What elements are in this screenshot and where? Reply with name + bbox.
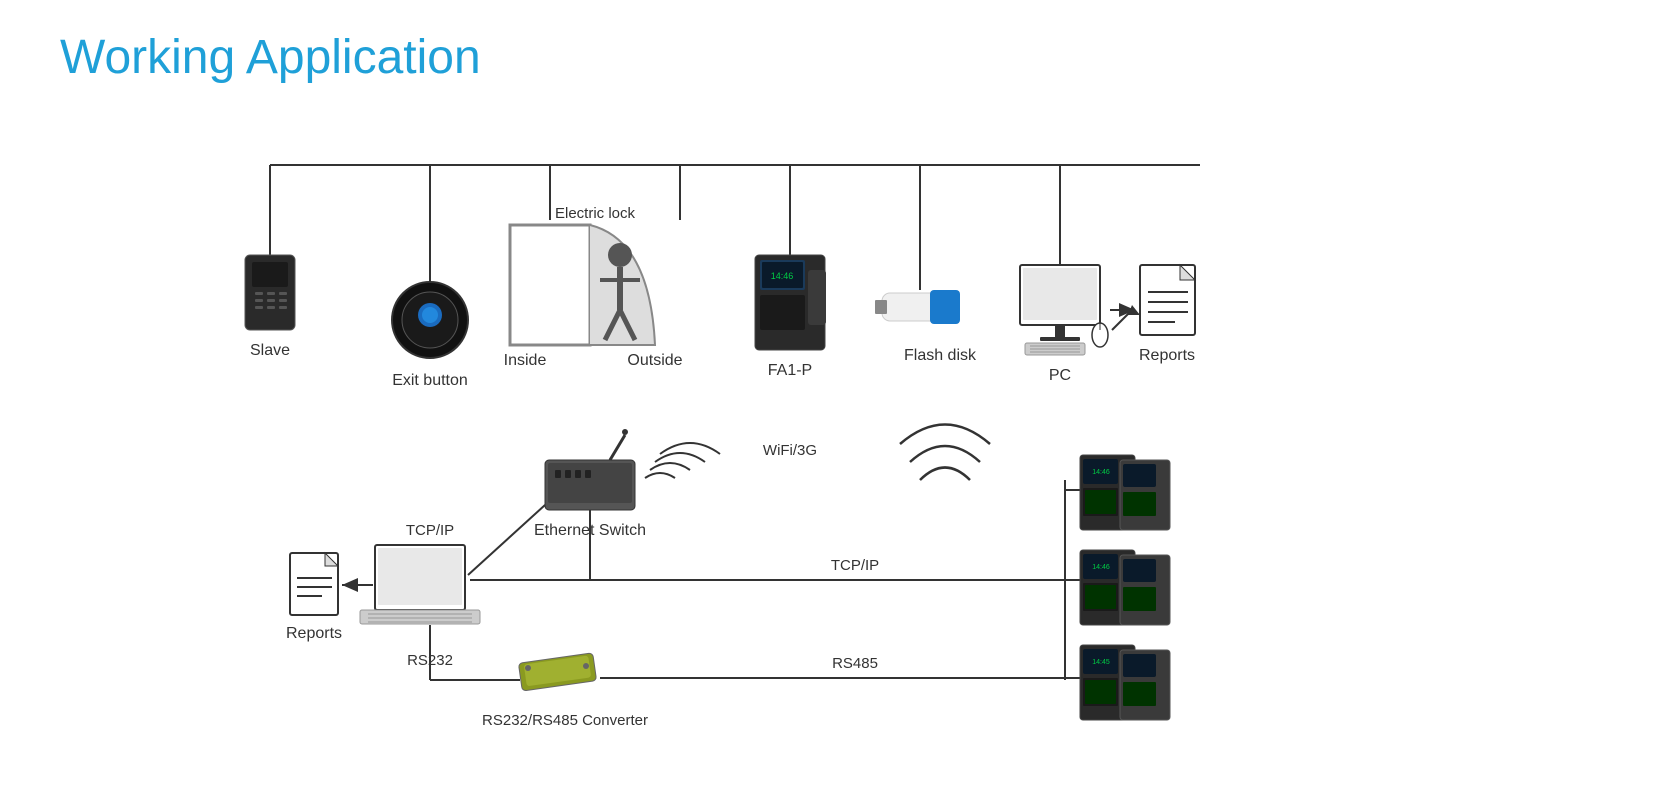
rs485-label: RS485 [832,655,878,672]
pc-icon: PC [1020,265,1140,384]
svg-text:14:46: 14:46 [771,271,794,281]
fa1p-device: 14:46 FA1-P [755,255,826,379]
pc-label: PC [1049,367,1071,384]
laptop-icon [360,545,480,624]
rs232-rs485-label: RS232/RS485 Converter [482,712,648,729]
slave-label: Slave [250,342,290,359]
right-device-top: 14:46 [1080,455,1170,530]
reports-bottom-icon: Reports [286,553,342,642]
tcp-ip-right-label: TCP/IP [831,557,879,574]
reports-top-icon: Reports [1139,265,1195,364]
reports-top-label: Reports [1139,347,1195,364]
right-device-middle: 14:46 [1080,550,1170,625]
wifi-3g-label: WiFi/3G [763,442,817,459]
reports-bottom-label: Reports [286,625,342,642]
tcp-ip-left-label: TCP/IP [406,522,454,539]
outside-label: Outside [627,352,682,369]
fa1p-label: FA1-P [768,362,812,379]
electric-lock-label: Electric lock [555,205,636,222]
flash-disk-label: Flash disk [904,347,977,364]
svg-text:14:45: 14:45 [1092,659,1110,666]
inside-label: Inside [504,352,547,369]
exit-button-label: Exit button [392,372,468,389]
svg-text:14:46: 14:46 [1092,564,1110,571]
slave-device: Slave [245,255,295,359]
flash-disk-icon: Flash disk [875,290,977,364]
svg-text:14:46: 14:46 [1092,469,1110,476]
right-device-bottom: 14:45 [1080,645,1170,720]
rs232-rs485-converter: RS232/RS485 Converter [482,653,648,729]
exit-button-device: Exit button [392,282,468,389]
door-icon: Inside Outside [504,225,683,369]
